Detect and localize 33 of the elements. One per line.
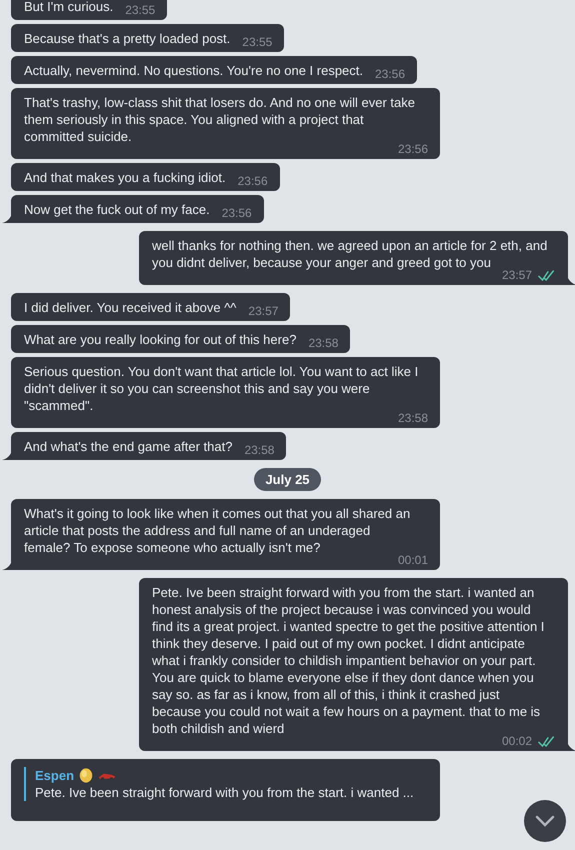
message-text: Now get the fuck out of my face. — [24, 201, 210, 219]
message-text: What are you really looking for out of this here? — [24, 331, 296, 349]
reply-quote[interactable]: Espen Pete. Ive been straight forward with you from the start. i wanted ... — [24, 767, 428, 801]
message-time: 23:57 — [248, 304, 278, 318]
sender-name: Espen — [35, 767, 74, 784]
chevron-down-icon — [535, 815, 555, 827]
message-text: Serious question. You don't want that article lol. You want to act like I didn't deliver it so you can screenshot this and say you were "scammed". — [24, 363, 420, 414]
message-time: 00:02 — [502, 734, 532, 748]
message-time: 23:56 — [222, 206, 252, 220]
message-text: But I'm curious. — [24, 0, 114, 16]
date-separator: July 25 — [254, 468, 321, 491]
message-text: Actually, nevermind. No questions. You're no one I respect. — [24, 62, 363, 80]
message-time: 00:01 — [398, 553, 428, 567]
message-time: 23:56 — [238, 174, 268, 188]
message-time: 23:55 — [242, 35, 272, 49]
message-time: 23:58 — [398, 411, 428, 425]
message-time: 23:57 — [502, 268, 532, 282]
egg-emoji-icon — [78, 767, 94, 784]
message-text: And that makes you a fucking idiot. — [24, 169, 226, 187]
scroll-down-button[interactable] — [524, 800, 566, 842]
message-text: Pete. Ive been straight forward with you from the start. i wanted an honest analysis of the project because i was convinced you would find its a great project. i wanted spectre to get the positive attention I think they deserve. I paid out of my own pocket. I didnt anticipate what i frankly consider to childish impantient behavior on your part. You are quick to blame everyone else if they dont dance when you say so. as far as i know, from all of this, i think it crashed just because you could not wait a few hours on a payment. that to me is both childish and wierd — [152, 584, 546, 736]
message-text: well thanks for nothing then. we agreed upon an article for 2 eth, and you didnt deliver, because your anger and greed got to you — [152, 237, 548, 270]
message-text: What's it going to look like when it comes out that you all shared an article that posts the address and full name of an underaged female? To expose someone who actually isn't me? — [24, 505, 412, 556]
message-text: And what's the end game after that? — [24, 438, 232, 456]
quoted-text: Pete. Ive been straight forward with you from the start. i wanted ... — [35, 784, 415, 801]
message-text: I did deliver. You received it above ^^ — [24, 299, 236, 317]
message-time: 23:56 — [398, 142, 428, 156]
message-time: 23:55 — [125, 3, 156, 17]
message-time: 23:56 — [375, 67, 406, 81]
message-time: 23:58 — [308, 336, 338, 350]
message-text: Because that's a pretty loaded post. — [24, 30, 230, 48]
message-time: 23:58 — [244, 443, 274, 457]
message-text: That's trashy, low-class shit that losers do. And no one will ever take them seriously in this space. You aligned with a project that committed suicide. — [24, 94, 416, 144]
